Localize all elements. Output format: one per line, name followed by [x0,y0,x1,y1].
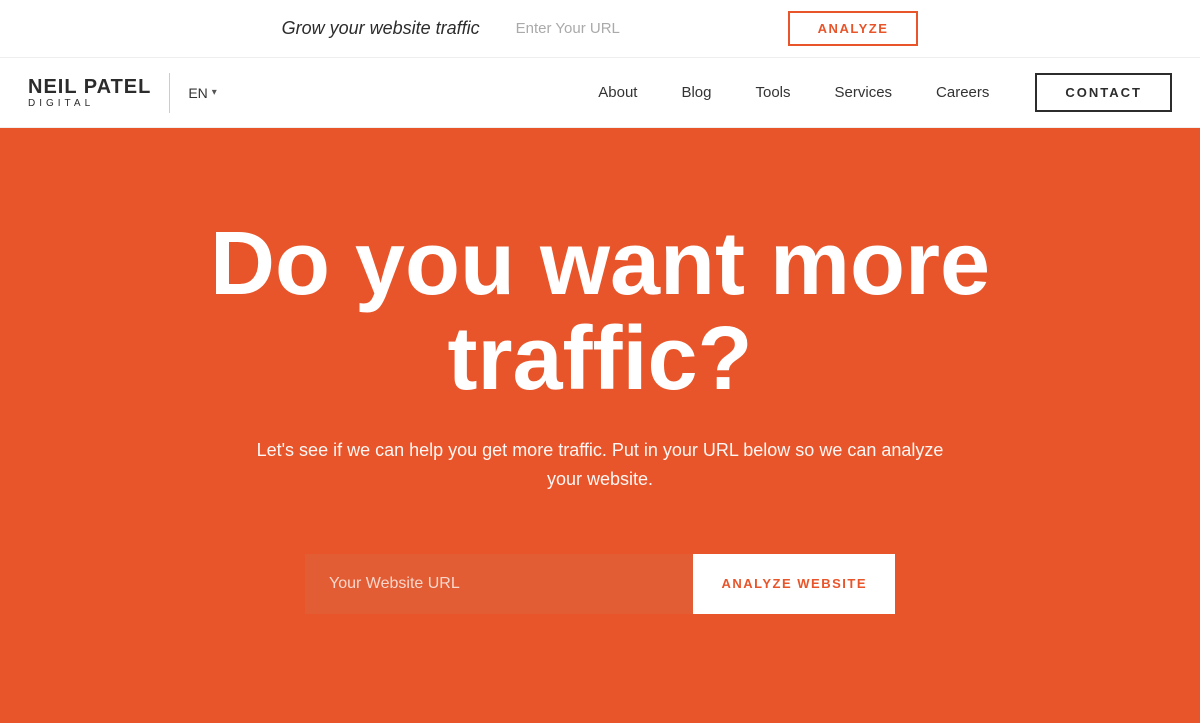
top-bar-tagline: Grow your website traffic [282,18,480,39]
nav-link-blog[interactable]: Blog [659,84,733,101]
hero-subtext: Let's see if we can help you get more tr… [240,436,960,494]
hero-url-input[interactable] [305,554,693,614]
top-bar-url-input[interactable] [504,11,764,47]
logo-text: NEIL PATEL DIGITAL [28,77,151,109]
top-bar-analyze-button[interactable]: ANALYZE [788,11,919,46]
hero-section: Do you want more traffic? Let's see if w… [0,128,1200,723]
nav-link-careers[interactable]: Careers [914,84,1011,101]
nav-link-about[interactable]: About [576,84,659,101]
top-bar: Grow your website traffic ANALYZE [0,0,1200,58]
nav-links: About Blog Tools Services Careers [576,84,1011,101]
contact-button[interactable]: CONTACT [1035,73,1172,112]
hero-form: ANALYZE WEBSITE [305,554,895,614]
navbar: NEIL PATEL DIGITAL EN ▾ About Blog Tools… [0,58,1200,128]
nav-divider [169,73,170,113]
logo-name: NEIL PATEL [28,77,151,97]
hero-analyze-button[interactable]: ANALYZE WEBSITE [693,554,895,614]
nav-link-services[interactable]: Services [813,84,915,101]
chevron-down-icon: ▾ [212,87,217,98]
logo-sub: DIGITAL [28,99,151,109]
lang-selector[interactable]: EN ▾ [188,85,216,101]
logo-area[interactable]: NEIL PATEL DIGITAL [28,77,151,109]
lang-label: EN [188,85,207,101]
nav-link-tools[interactable]: Tools [733,84,812,101]
hero-headline: Do you want more traffic? [50,217,1150,406]
